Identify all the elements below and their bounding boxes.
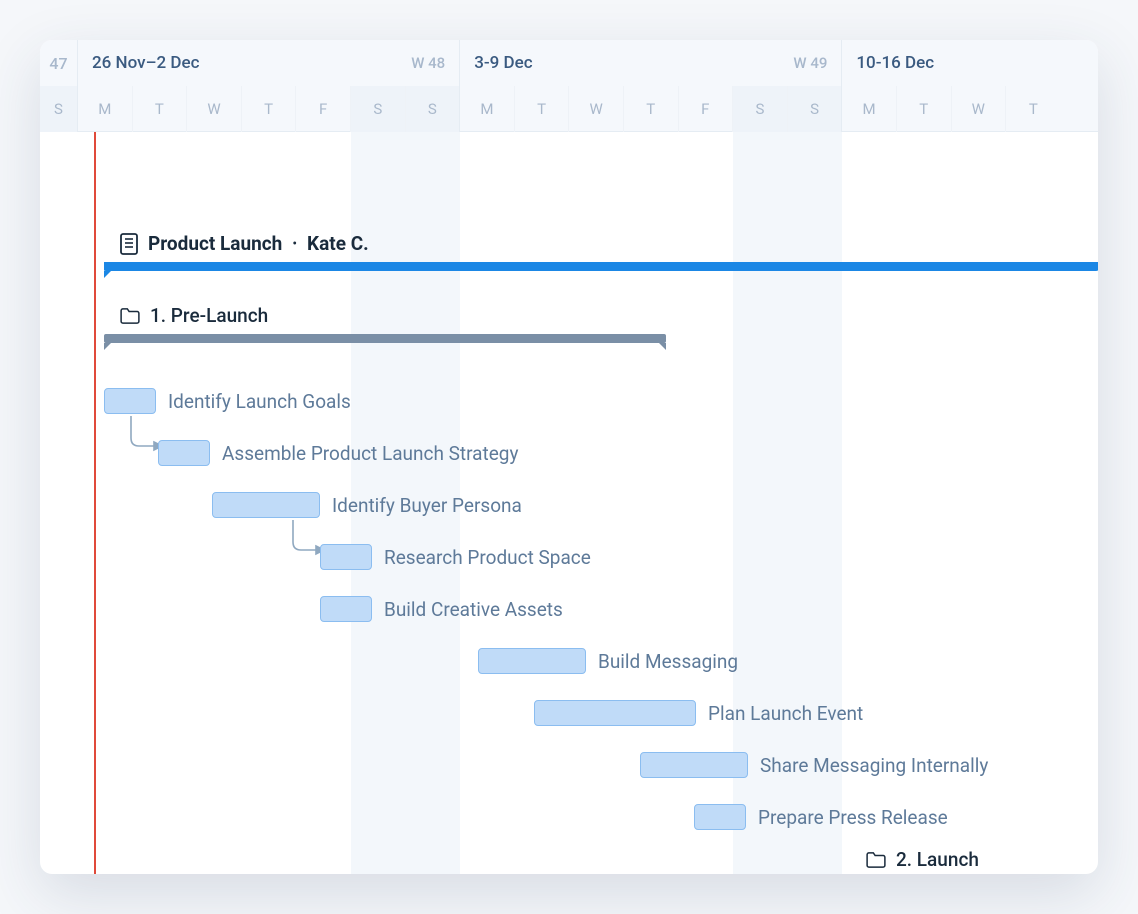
task-bar[interactable] bbox=[640, 752, 748, 778]
day-cell: S bbox=[733, 86, 788, 132]
week-range-label: 3-9 Dec bbox=[474, 53, 532, 73]
day-cell: W bbox=[569, 86, 624, 132]
day-cell: T bbox=[133, 86, 188, 132]
folder-icon bbox=[866, 852, 886, 868]
task-label: Assemble Product Launch Strategy bbox=[222, 442, 518, 465]
task-row[interactable]: Identify Buyer Persona bbox=[212, 492, 522, 518]
task-label: Build Messaging bbox=[598, 650, 738, 673]
day-cell: T bbox=[1006, 86, 1061, 132]
task-row[interactable]: Build Messaging bbox=[478, 648, 738, 674]
day-cell: M bbox=[842, 86, 897, 132]
day-cell: W bbox=[187, 86, 242, 132]
task-label: Research Product Space bbox=[384, 546, 591, 569]
week-cell[interactable]: 3-9 Dec W 49 bbox=[460, 40, 842, 86]
day-cell: T bbox=[624, 86, 679, 132]
folder-summary-bar[interactable] bbox=[104, 334, 666, 343]
task-label: Prepare Press Release bbox=[758, 806, 948, 829]
week-number: W 49 bbox=[793, 54, 827, 72]
week-row: 47 26 Nov–2 Dec W 48 3-9 Dec W 49 10-16 … bbox=[40, 40, 1098, 86]
prev-week-num: 47 bbox=[40, 40, 78, 86]
day-cell: S bbox=[351, 86, 406, 132]
document-icon bbox=[120, 233, 138, 255]
folder-header[interactable]: 1. Pre-Launch bbox=[120, 304, 268, 327]
task-bar[interactable] bbox=[320, 544, 372, 570]
folder-icon bbox=[120, 308, 140, 324]
week-cell[interactable]: 26 Nov–2 Dec W 48 bbox=[78, 40, 460, 86]
day-cell: F bbox=[296, 86, 351, 132]
task-label: Identify Buyer Persona bbox=[332, 494, 522, 517]
week-range-label: 10-16 Dec bbox=[856, 53, 934, 73]
task-row[interactable]: Build Creative Assets bbox=[320, 596, 563, 622]
task-bar[interactable] bbox=[320, 596, 372, 622]
folder-title: 2. Launch bbox=[896, 848, 979, 871]
project-title: Product Launch bbox=[148, 232, 282, 255]
day-cell: S bbox=[40, 86, 78, 132]
task-row[interactable]: Plan Launch Event bbox=[534, 700, 863, 726]
gantt-body[interactable]: Product Launch • Kate C. 1. Pre-Launch I… bbox=[40, 132, 1098, 874]
task-bar[interactable] bbox=[158, 440, 210, 466]
gantt-window: 47 26 Nov–2 Dec W 48 3-9 Dec W 49 10-16 … bbox=[40, 40, 1098, 874]
task-label: Plan Launch Event bbox=[708, 702, 863, 725]
task-bar[interactable] bbox=[534, 700, 696, 726]
day-cell: M bbox=[78, 86, 133, 132]
task-label: Share Messaging Internally bbox=[760, 754, 988, 777]
calendar-header: 47 26 Nov–2 Dec W 48 3-9 Dec W 49 10-16 … bbox=[40, 40, 1098, 132]
task-row[interactable]: Identify Launch Goals bbox=[104, 388, 351, 414]
project-summary-bar[interactable] bbox=[104, 262, 1098, 271]
task-label: Identify Launch Goals bbox=[168, 390, 351, 413]
day-cell: F bbox=[679, 86, 734, 132]
week-number: W 48 bbox=[411, 54, 445, 72]
task-bar[interactable] bbox=[478, 648, 586, 674]
task-label: Build Creative Assets bbox=[384, 598, 563, 621]
task-row[interactable]: Research Product Space bbox=[320, 544, 591, 570]
folder-header[interactable]: 2. Launch bbox=[866, 848, 979, 871]
task-row[interactable]: Prepare Press Release bbox=[694, 804, 948, 830]
day-cell: W bbox=[952, 86, 1007, 132]
task-row[interactable]: Assemble Product Launch Strategy bbox=[158, 440, 518, 466]
task-bar[interactable] bbox=[212, 492, 320, 518]
today-line bbox=[94, 132, 96, 874]
week-cell[interactable]: 10-16 Dec bbox=[842, 40, 1098, 86]
day-row: S M T W T F S S M T W T F S S M T W T bbox=[40, 86, 1098, 132]
week-range-label: 26 Nov–2 Dec bbox=[92, 53, 199, 73]
day-cell: M bbox=[460, 86, 515, 132]
day-cell: S bbox=[788, 86, 843, 132]
day-cell: S bbox=[406, 86, 461, 132]
task-bar[interactable] bbox=[694, 804, 746, 830]
day-cell: T bbox=[515, 86, 570, 132]
project-owner: Kate C. bbox=[307, 232, 369, 255]
day-cell: T bbox=[242, 86, 297, 132]
separator-dot: • bbox=[292, 236, 297, 252]
day-cell: T bbox=[897, 86, 952, 132]
project-header[interactable]: Product Launch • Kate C. bbox=[120, 232, 1098, 255]
task-bar[interactable] bbox=[104, 388, 156, 414]
task-row[interactable]: Share Messaging Internally bbox=[640, 752, 988, 778]
folder-title: 1. Pre-Launch bbox=[150, 304, 268, 327]
